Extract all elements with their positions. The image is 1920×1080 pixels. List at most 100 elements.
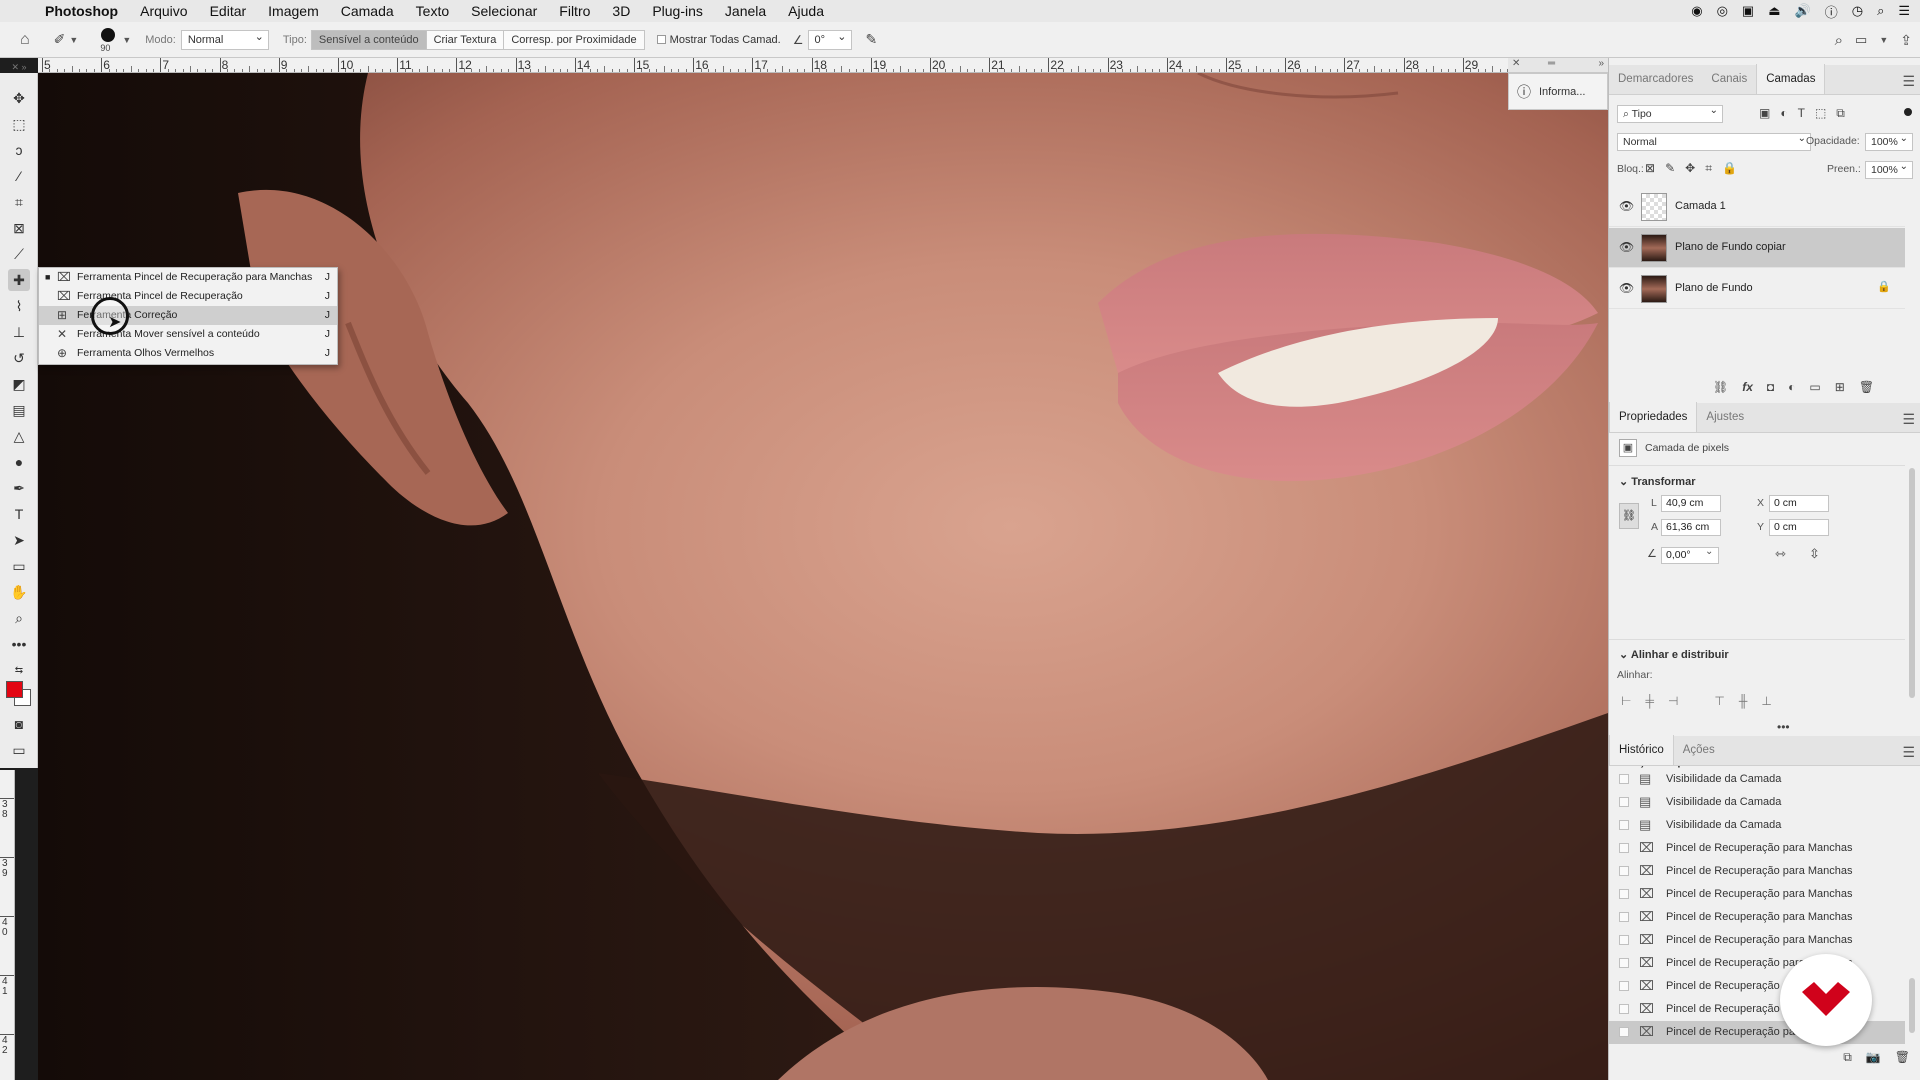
fx-icon[interactable]: fx: [1742, 380, 1753, 394]
chevron-down-icon[interactable]: ▼: [122, 35, 131, 45]
pressure-icon[interactable]: ✎: [866, 31, 878, 48]
history-snapshot-checkbox[interactable]: [1619, 889, 1629, 899]
visibility-eye-icon[interactable]: 👁: [1619, 199, 1634, 213]
layer-row[interactable]: 👁 Plano de Fundo copiar: [1609, 228, 1905, 268]
history-item[interactable]: ⌧ Pincel de Recuperação para Manchas: [1609, 883, 1905, 906]
foreground-color-swatch[interactable]: [6, 681, 23, 698]
tab-channels[interactable]: Canais: [1702, 64, 1756, 94]
history-snapshot-checkbox[interactable]: [1619, 866, 1629, 876]
filter-toggle-icon[interactable]: [1904, 108, 1912, 116]
eyedropper-tool-icon[interactable]: ⟋: [8, 243, 30, 265]
flyout-item-red-eye[interactable]: ⊕ Ferramenta Olhos Vermelhos J: [39, 344, 337, 363]
chevron-down-icon[interactable]: ▼: [1879, 35, 1888, 45]
align-left-icon[interactable]: ⊢: [1621, 694, 1631, 708]
move-tool-icon[interactable]: ✥: [8, 87, 30, 109]
history-item[interactable]: ⌧ Pincel de Recuperação para Manchas: [1609, 837, 1905, 860]
filter-pixel-icon[interactable]: ▣: [1759, 106, 1770, 121]
menu-janela[interactable]: Janela: [714, 0, 777, 22]
close-icon[interactable]: ✕: [1512, 58, 1520, 69]
history-item[interactable]: ▤ Visibilidade da Camada: [1609, 814, 1905, 837]
collapse-icon[interactable]: »: [1598, 58, 1604, 69]
menu-3d[interactable]: 3D: [601, 0, 641, 22]
menu-texto[interactable]: Texto: [405, 0, 460, 22]
add-mask-icon[interactable]: ◘: [1767, 380, 1774, 394]
menu-camada[interactable]: Camada: [330, 0, 405, 22]
filter-adjustment-icon[interactable]: ◐: [1780, 106, 1787, 121]
blur-tool-icon[interactable]: △: [8, 425, 30, 447]
clone-stamp-tool-icon[interactable]: ⊥: [8, 321, 30, 343]
toolbar-collapse-icon[interactable]: ✕ »: [8, 61, 30, 73]
lasso-tool-icon[interactable]: ↄ: [8, 139, 30, 161]
history-snapshot-checkbox[interactable]: [1619, 935, 1629, 945]
record-icon[interactable]: ◉: [1691, 3, 1702, 19]
y-field[interactable]: 0 cm: [1769, 519, 1829, 536]
delete-layer-icon[interactable]: 🗑: [1859, 380, 1874, 394]
history-item[interactable]: ⌧ Pincel de Recuperação para Manchas: [1609, 860, 1905, 883]
path-selection-tool-icon[interactable]: ➤: [8, 529, 30, 551]
layer-row[interactable]: 👁 Camada 1: [1609, 187, 1905, 227]
blend-mode-select[interactable]: Normal: [1617, 131, 1811, 151]
chevron-down-icon[interactable]: ▼: [69, 35, 78, 45]
filter-shape-icon[interactable]: ⬚: [1815, 106, 1826, 121]
properties-scrollbar[interactable]: [1909, 468, 1915, 698]
lock-all-icon[interactable]: 🔒: [1722, 161, 1737, 176]
history-snapshot-checkbox[interactable]: [1619, 958, 1629, 968]
history-item[interactable]: ▤ Visibilidade da Camada: [1609, 791, 1905, 814]
flyout-item-content-aware-move[interactable]: ✕ Ferramenta Mover sensível a conteúdo J: [39, 325, 337, 344]
visibility-eye-icon[interactable]: 👁: [1619, 240, 1634, 254]
align-bottom-icon[interactable]: ⊥: [1761, 694, 1771, 708]
history-snapshot-checkbox[interactable]: [1619, 1004, 1629, 1014]
menu-arquivo[interactable]: Arquivo: [129, 0, 198, 22]
tab-paths[interactable]: Demarcadores: [1609, 64, 1702, 94]
type-tool-icon[interactable]: T: [8, 503, 30, 525]
lock-paint-icon[interactable]: ✎: [1665, 161, 1675, 176]
app-menu[interactable]: Photoshop: [34, 0, 129, 22]
layer-filter-select[interactable]: ⌕ Tipo: [1617, 103, 1723, 123]
layer-row[interactable]: 👁 Plano de Fundo 🔒: [1609, 269, 1905, 309]
menu-selecionar[interactable]: Selecionar: [460, 0, 548, 22]
filter-type-icon[interactable]: T: [1798, 106, 1805, 121]
panel-menu-icon[interactable]: ☰: [1902, 73, 1915, 90]
sample-all-checkbox[interactable]: [656, 35, 666, 44]
volume-icon[interactable]: 🔊: [1795, 3, 1811, 19]
more-options-icon[interactable]: •••: [1777, 720, 1790, 734]
info-panel[interactable]: ⓘ Informa...: [1508, 73, 1608, 110]
history-snapshot-checkbox[interactable]: [1619, 774, 1629, 784]
frame-tool-icon[interactable]: ⊠: [8, 217, 30, 239]
share-icon[interactable]: ⇪: [1900, 32, 1912, 49]
visibility-eye-icon[interactable]: 👁: [1619, 281, 1634, 295]
filter-smart-icon[interactable]: ⧉: [1836, 106, 1845, 121]
flyout-item-healing-brush[interactable]: ⌧ Ferramenta Pincel de Recuperação J: [39, 287, 337, 306]
link-proportions-icon[interactable]: ⛓: [1619, 503, 1639, 529]
rectangle-tool-icon[interactable]: ▭: [8, 555, 30, 577]
history-item[interactable]: ⌧ Pincel de Recuperação para Manchas: [1609, 906, 1905, 929]
history-snapshot-checkbox[interactable]: [1619, 797, 1629, 807]
tab-actions[interactable]: Ações: [1674, 735, 1724, 765]
spotlight-icon[interactable]: ⌕: [1877, 3, 1884, 19]
type-content-aware-button[interactable]: Sensível a conteúdo: [310, 29, 427, 50]
info-icon[interactable]: ⓘ: [1825, 2, 1838, 21]
height-field[interactable]: 61,36 cm: [1661, 519, 1721, 536]
new-layer-icon[interactable]: ⊞: [1835, 380, 1845, 394]
menu-ajuda[interactable]: Ajuda: [777, 0, 835, 22]
control-center-icon[interactable]: ☰: [1898, 3, 1910, 19]
lock-position-icon[interactable]: ✥: [1685, 161, 1695, 176]
cc-icon[interactable]: ◎: [1717, 3, 1728, 19]
width-field[interactable]: 40,9 cm: [1661, 495, 1721, 512]
clock-icon[interactable]: ◷: [1852, 3, 1863, 19]
menu-editar[interactable]: Editar: [199, 0, 258, 22]
delete-state-icon[interactable]: 🗑: [1895, 1050, 1910, 1065]
upload-icon[interactable]: ⏏: [1768, 3, 1780, 19]
flyout-item-spot-healing[interactable]: ■ ⌧ Ferramenta Pincel de Recuperação par…: [39, 268, 337, 287]
menu-plugins[interactable]: Plug-ins: [641, 0, 714, 22]
adjustment-layer-icon[interactable]: ◐: [1788, 380, 1795, 394]
link-layers-icon[interactable]: ⛓: [1713, 380, 1728, 394]
history-scrollbar[interactable]: [1909, 978, 1915, 1033]
chevron-down-icon[interactable]: ⌄: [1705, 546, 1713, 557]
snapshot-camera-icon[interactable]: 📷: [1866, 1050, 1881, 1065]
lock-artboard-icon[interactable]: ⌗: [1705, 161, 1712, 176]
magic-wand-tool-icon[interactable]: ⁄: [8, 165, 30, 187]
screen-mode-icon[interactable]: ▭: [8, 739, 30, 761]
x-field[interactable]: 0 cm: [1769, 495, 1829, 512]
pen-tool-icon[interactable]: ✒: [8, 477, 30, 499]
